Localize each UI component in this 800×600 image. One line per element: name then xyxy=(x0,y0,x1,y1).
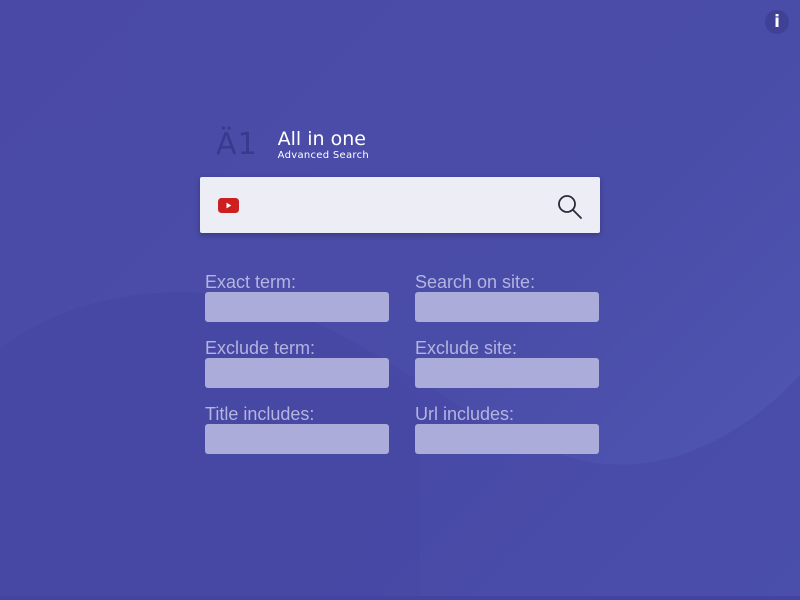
logo-subtitle: Advanced Search xyxy=(277,150,370,161)
search-on-site-field[interactable] xyxy=(415,292,599,322)
logo-mark: Ä1 xyxy=(216,127,258,162)
logo-text: All in one Advanced Search xyxy=(278,128,369,162)
logo: Ä1 All in one Advanced Search xyxy=(216,128,369,162)
exclude-site-field[interactable] xyxy=(415,358,599,388)
exclude-term-label: Exclude term: xyxy=(205,338,316,358)
title-includes-field[interactable] xyxy=(205,424,389,454)
youtube-icon[interactable] xyxy=(218,198,239,213)
exclude-term-field[interactable] xyxy=(205,358,389,388)
search-bar xyxy=(200,177,600,233)
title-includes-label: Title includes: xyxy=(205,404,315,424)
url-includes-field[interactable] xyxy=(415,424,599,454)
search-icon[interactable] xyxy=(556,193,584,221)
exclude-site-label: Exclude site: xyxy=(415,338,518,358)
info-icon: i xyxy=(774,11,780,32)
bottom-border xyxy=(0,596,800,600)
url-includes-label: Url includes: xyxy=(415,404,515,424)
search-input[interactable] xyxy=(250,187,544,225)
info-button[interactable]: i xyxy=(765,10,789,34)
background-wave xyxy=(0,292,800,600)
logo-title: All in one xyxy=(277,128,366,150)
search-on-site-label: Search on site: xyxy=(415,272,536,292)
exact-term-label: Exact term: xyxy=(205,272,297,292)
exact-term-field[interactable] xyxy=(205,292,389,322)
